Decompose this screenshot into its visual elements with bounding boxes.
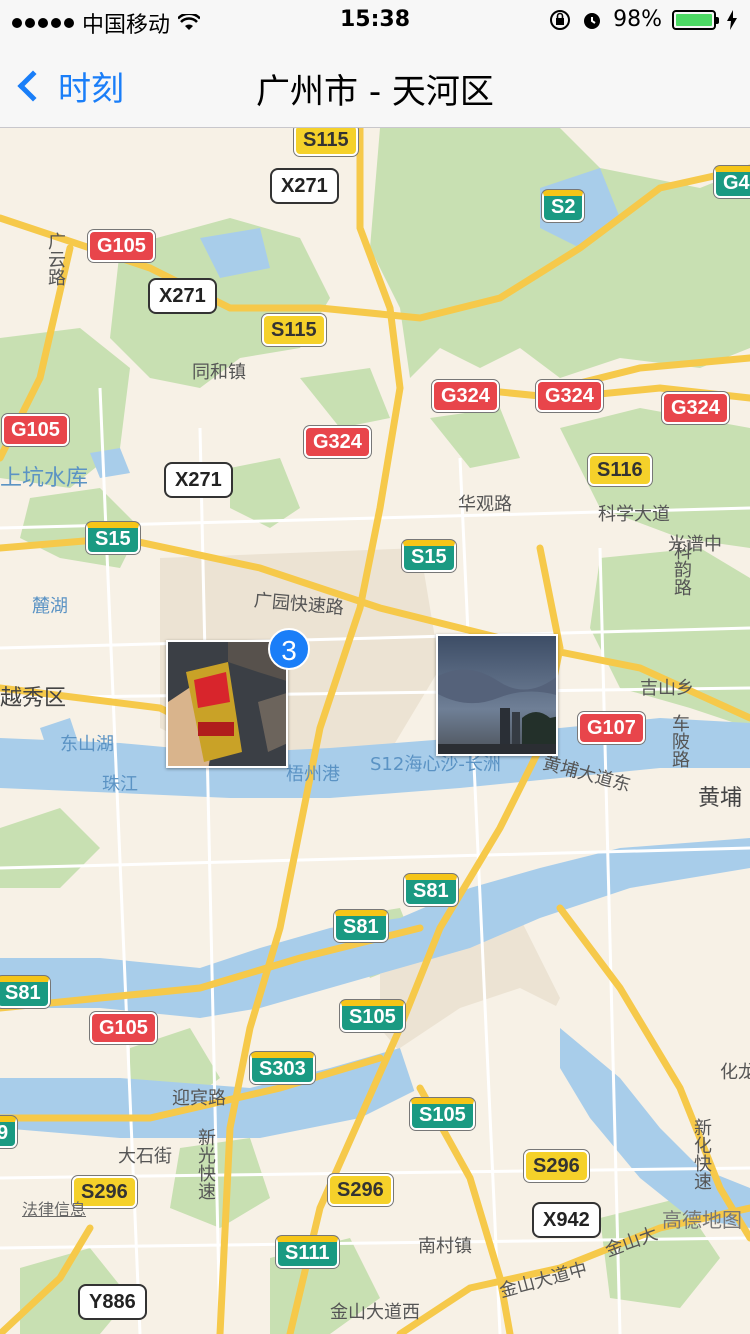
highway-shield: S2	[542, 190, 585, 222]
highway-shield: G105	[88, 230, 155, 262]
highway-shield: S81	[0, 976, 50, 1008]
highway-shield: S81	[334, 910, 388, 942]
place-label: 同和镇	[192, 362, 246, 383]
alarm-icon	[584, 12, 601, 29]
highway-shield: G107	[578, 712, 645, 744]
place-label: 吉山乡	[640, 678, 694, 699]
battery-icon	[672, 9, 719, 30]
highway-shield: S111	[276, 1236, 339, 1268]
place-label: 越秀区	[0, 686, 67, 711]
highway-shield: S115	[262, 314, 326, 346]
cluster-count-badge: 3	[268, 628, 310, 670]
place-label: 大石街	[118, 1146, 172, 1167]
highway-shield: G324	[432, 380, 499, 412]
place-label: 麓湖	[32, 596, 68, 617]
place-label: 车陂路	[669, 714, 690, 768]
highway-shield: S15	[402, 540, 456, 572]
highway-shield: S296	[328, 1174, 393, 1206]
place-label: 迎宾路	[172, 1088, 226, 1109]
highway-shield: G324	[304, 426, 371, 458]
highway-shield: S81	[404, 874, 458, 906]
highway-shield: X942	[534, 1204, 599, 1236]
status-bar: 中国移动 15:38 98%	[0, 0, 750, 40]
status-icons: 98%	[549, 7, 738, 32]
highway-shield: G324	[536, 380, 603, 412]
place-label: 东山湖	[60, 734, 114, 755]
highway-shield: S105	[340, 1000, 405, 1032]
highway-shield: 9	[0, 1116, 18, 1148]
place-label: 新化快速	[691, 1118, 712, 1190]
highway-shield: S105	[410, 1098, 475, 1130]
legal-info-link[interactable]: 法律信息	[22, 1196, 86, 1220]
battery-label: 98%	[613, 7, 662, 32]
map-view[interactable]: S115 X271 G4 S2 G105 X271 S115 G324 G324…	[0, 128, 750, 1334]
map-provider-logo: 高德地图	[662, 1208, 742, 1232]
highway-shield: S296	[524, 1150, 589, 1182]
photo-image	[168, 642, 286, 766]
highway-shield: S116	[588, 454, 652, 486]
place-label: 化龙	[720, 1062, 750, 1083]
highway-shield: Y886	[80, 1286, 145, 1318]
highway-shield: S15	[86, 522, 140, 554]
charging-icon	[727, 9, 737, 30]
highway-shield: G105	[2, 414, 69, 446]
highway-shield: X271	[150, 280, 215, 312]
highway-shield: S115	[294, 128, 358, 156]
navigation-bar: 时刻 广州市 - 天河区	[0, 40, 750, 128]
place-label: 黄埔	[698, 786, 743, 811]
highway-shield: G324	[662, 392, 729, 424]
place-label: 华观路	[458, 494, 512, 515]
place-label: 科韵路	[671, 542, 692, 596]
highway-shield: G4	[714, 166, 750, 198]
orientation-lock-icon	[550, 9, 571, 30]
photo-image	[438, 636, 556, 754]
place-label: 珠江	[102, 774, 138, 795]
highway-shield: G105	[90, 1012, 157, 1044]
place-label: 科学大道	[598, 504, 670, 525]
place-label: 南村镇	[418, 1236, 472, 1257]
page-title: 广州市 - 天河区	[256, 72, 494, 112]
photo-marker[interactable]	[436, 634, 558, 756]
highway-shield: S303	[250, 1052, 315, 1084]
place-label: 新光快速	[195, 1128, 216, 1200]
place-label: 上坑水库	[0, 466, 89, 491]
photo-cluster[interactable]: 3	[166, 628, 312, 770]
highway-shield: X271	[166, 464, 231, 496]
place-label: 广云路	[45, 232, 66, 286]
place-label: 金山大道西	[330, 1302, 420, 1323]
highway-shield: X271	[272, 170, 337, 202]
